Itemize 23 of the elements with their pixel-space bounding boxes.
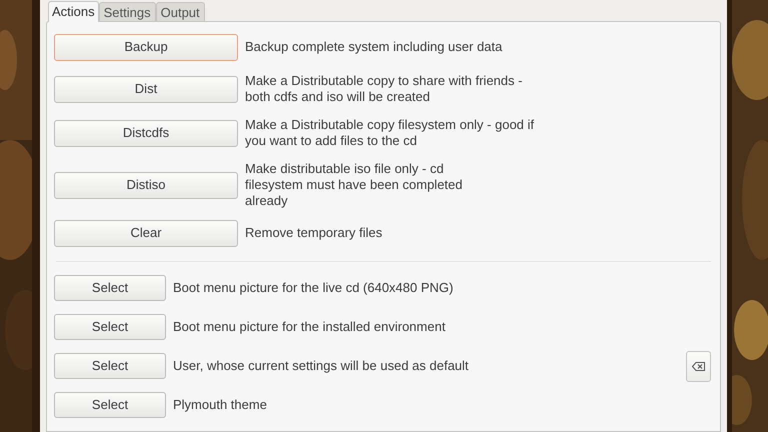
action-button[interactable]: Dist bbox=[54, 76, 238, 102]
description-text: Plymouth theme bbox=[173, 396, 268, 414]
action-button[interactable]: Distcdfs bbox=[54, 120, 238, 146]
action-button[interactable]: Clear bbox=[54, 220, 238, 246]
tab[interactable]: Actions bbox=[48, 1, 99, 22]
select-button[interactable]: Select bbox=[54, 275, 166, 301]
action-button[interactable]: Backup bbox=[54, 34, 238, 60]
description-text: Backup complete system including user data bbox=[245, 39, 502, 55]
backspace-icon bbox=[692, 362, 705, 370]
clear-button[interactable] bbox=[686, 350, 711, 382]
description-text: Make distributable iso file only - cd filesystem must have been completed already bbox=[245, 161, 462, 209]
description-text: Boot menu picture for the live cd (640x480 PNG) bbox=[173, 279, 454, 298]
select-button[interactable]: Select bbox=[54, 314, 166, 340]
select-button[interactable]: Select bbox=[54, 392, 166, 418]
description-text: Make a Distributable copy to share with friends - both cdfs and iso will be created bbox=[245, 73, 522, 105]
description-text: Make a Distributable copy filesystem only - good if you want to add files to the cd bbox=[245, 117, 534, 149]
action-button[interactable]: Distiso bbox=[54, 172, 238, 198]
select-button[interactable]: Select bbox=[54, 353, 166, 379]
tab[interactable]: Output bbox=[156, 2, 205, 21]
tab[interactable]: Settings bbox=[98, 2, 156, 21]
description-text: User, whose current settings will be used as default bbox=[173, 357, 470, 376]
description-text: Remove temporary files bbox=[245, 225, 382, 241]
description-text: Boot menu picture for the installed environment bbox=[173, 318, 446, 336]
